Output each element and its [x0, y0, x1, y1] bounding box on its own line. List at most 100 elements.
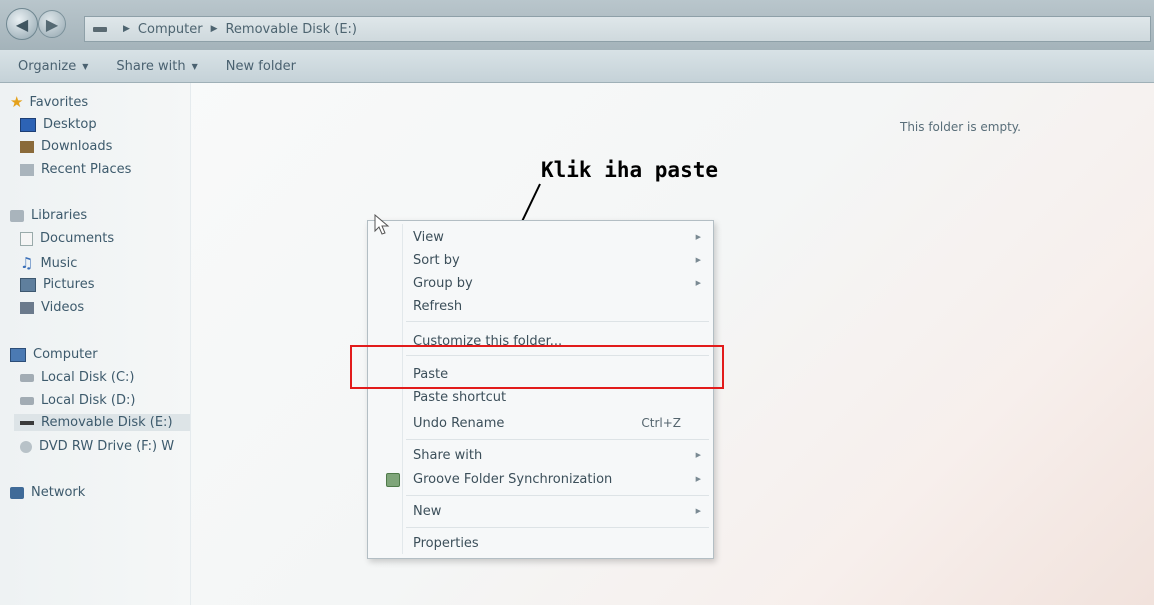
menu-item-label: Share with — [413, 447, 483, 463]
nav-item-label: Computer — [33, 347, 98, 362]
nav-item-downloads[interactable]: Downloads — [20, 139, 112, 154]
context-menu: View ▶ Sort by ▶ Group by ▶ Refresh Cust… — [367, 220, 714, 559]
downloads-icon — [20, 140, 34, 153]
nav-item-label: Removable Disk (E:) — [41, 415, 173, 430]
nav-item-computer[interactable]: Computer — [10, 347, 98, 362]
documents-icon — [20, 231, 33, 246]
nav-item-label: Documents — [40, 231, 115, 246]
pictures-icon — [20, 277, 36, 292]
drive-icon — [93, 26, 107, 32]
nav-item-label: Local Disk (D:) — [41, 393, 136, 408]
submenu-arrow-icon: ▶ — [695, 256, 701, 264]
menu-item-groove-sync[interactable]: Groove Folder Synchronization ▶ — [413, 469, 703, 489]
removable-disk-icon — [20, 420, 34, 425]
explorer-window: ◀ ▶ ▶ Computer ▶ Removable Disk (E:) Org… — [0, 0, 1154, 605]
disk-icon — [20, 373, 34, 382]
menu-item-properties[interactable]: Properties — [413, 533, 703, 553]
submenu-arrow-icon: ▶ — [695, 279, 701, 287]
chevron-down-icon: ▼ — [82, 61, 89, 71]
disk-icon — [20, 396, 34, 405]
menu-item-label: Groove Folder Synchronization — [413, 471, 613, 487]
nav-item-dvd-rw-drive[interactable]: DVD RW Drive (F:) W — [20, 439, 174, 454]
nav-item-label: Local Disk (C:) — [41, 370, 135, 385]
submenu-arrow-icon: ▶ — [695, 475, 701, 483]
nav-item-desktop[interactable]: Desktop — [20, 117, 97, 132]
submenu-arrow-icon: ▶ — [695, 507, 701, 515]
address-field[interactable]: ▶ Computer ▶ Removable Disk (E:) — [84, 16, 1151, 42]
nav-item-label: Desktop — [43, 117, 97, 132]
menu-item-shortcut: Ctrl+Z — [641, 416, 681, 430]
nav-item-label: Videos — [41, 300, 85, 315]
breadcrumb-removable-disk[interactable]: Removable Disk (E:) — [225, 22, 357, 37]
chevron-right-icon: ▶ — [210, 24, 218, 34]
share-with-button[interactable]: Share with ▼ — [116, 59, 197, 74]
nav-item-network[interactable]: Network — [10, 485, 85, 500]
breadcrumb-computer[interactable]: Computer — [138, 22, 203, 37]
menu-item-share-with[interactable]: Share with ▶ — [413, 445, 703, 465]
nav-item-recent-places[interactable]: Recent Places — [20, 162, 131, 177]
share-with-label: Share with — [116, 58, 186, 74]
nav-item-local-disk-c[interactable]: Local Disk (C:) — [20, 370, 134, 385]
command-bar: Organize ▼ Share with ▼ New folder — [0, 50, 1154, 83]
libraries-icon — [10, 209, 24, 222]
nav-item-label: Recent Places — [41, 162, 132, 177]
new-folder-label: New folder — [225, 58, 297, 74]
forward-button[interactable]: ▶ — [38, 10, 66, 38]
nav-item-music[interactable]: ♫ Music — [20, 254, 77, 272]
submenu-arrow-icon: ▶ — [695, 451, 701, 459]
forward-arrow-icon: ▶ — [45, 14, 59, 34]
nav-item-local-disk-d[interactable]: Local Disk (D:) — [20, 393, 135, 408]
nav-item-libraries[interactable]: Libraries — [10, 208, 87, 223]
menu-item-label: Sort by — [413, 252, 460, 268]
nav-item-label: Network — [31, 485, 86, 500]
chevron-down-icon: ▼ — [191, 61, 198, 71]
menu-item-label: Refresh — [413, 298, 463, 314]
menu-separator — [406, 527, 709, 528]
nav-item-label: Music — [40, 255, 78, 271]
menu-item-label: New — [413, 503, 442, 519]
music-icon: ♫ — [20, 254, 34, 272]
network-icon — [10, 486, 24, 499]
desktop-icon — [20, 117, 36, 132]
menu-item-new[interactable]: New ▶ — [413, 501, 703, 521]
menu-item-sort-by[interactable]: Sort by ▶ — [413, 250, 703, 270]
nav-item-documents[interactable]: Documents — [20, 231, 114, 246]
menu-item-undo-rename[interactable]: Undo Rename Ctrl+Z — [413, 413, 703, 433]
nav-item-favorites[interactable]: ★ Favorites — [10, 93, 88, 111]
menu-item-paste-shortcut[interactable]: Paste shortcut — [413, 387, 703, 407]
nav-item-pictures[interactable]: Pictures — [20, 277, 94, 292]
computer-icon — [10, 347, 26, 362]
nav-item-label: Downloads — [41, 139, 113, 154]
nav-item-label: Pictures — [43, 277, 95, 292]
chevron-right-icon: ▶ — [123, 24, 130, 34]
menu-gutter — [402, 224, 403, 554]
groove-icon — [386, 473, 400, 487]
mouse-cursor-icon — [374, 214, 390, 235]
menu-separator — [406, 495, 709, 496]
menu-item-refresh[interactable]: Refresh — [413, 296, 703, 316]
back-button[interactable]: ◀ — [6, 8, 38, 40]
navigation-pane: ★ Favorites Desktop Downloads Recent Pla… — [0, 83, 191, 605]
empty-folder-message: This folder is empty. — [900, 120, 1021, 134]
annotation-label: Klik iha paste — [541, 158, 719, 182]
pane-divider[interactable] — [190, 83, 191, 605]
nav-item-label: DVD RW Drive (F:) W — [39, 439, 175, 454]
star-icon: ★ — [10, 93, 24, 111]
nav-item-videos[interactable]: Videos — [20, 300, 84, 315]
menu-item-label: Group by — [413, 275, 473, 291]
menu-item-view[interactable]: View ▶ — [413, 227, 703, 247]
menu-item-label: Undo Rename — [413, 415, 505, 431]
menu-item-label: View — [413, 229, 444, 245]
organize-button[interactable]: Organize ▼ — [18, 59, 88, 74]
menu-item-label: Properties — [413, 535, 479, 551]
nav-item-removable-disk-e[interactable]: Removable Disk (E:) — [14, 414, 191, 431]
dvd-drive-icon — [20, 440, 32, 453]
new-folder-button[interactable]: New folder — [226, 59, 296, 74]
recent-places-icon — [20, 163, 34, 176]
menu-separator — [406, 439, 709, 440]
submenu-arrow-icon: ▶ — [695, 233, 701, 241]
menu-item-group-by[interactable]: Group by ▶ — [413, 273, 703, 293]
organize-label: Organize — [18, 58, 77, 74]
videos-icon — [20, 301, 34, 314]
menu-separator — [406, 321, 709, 322]
